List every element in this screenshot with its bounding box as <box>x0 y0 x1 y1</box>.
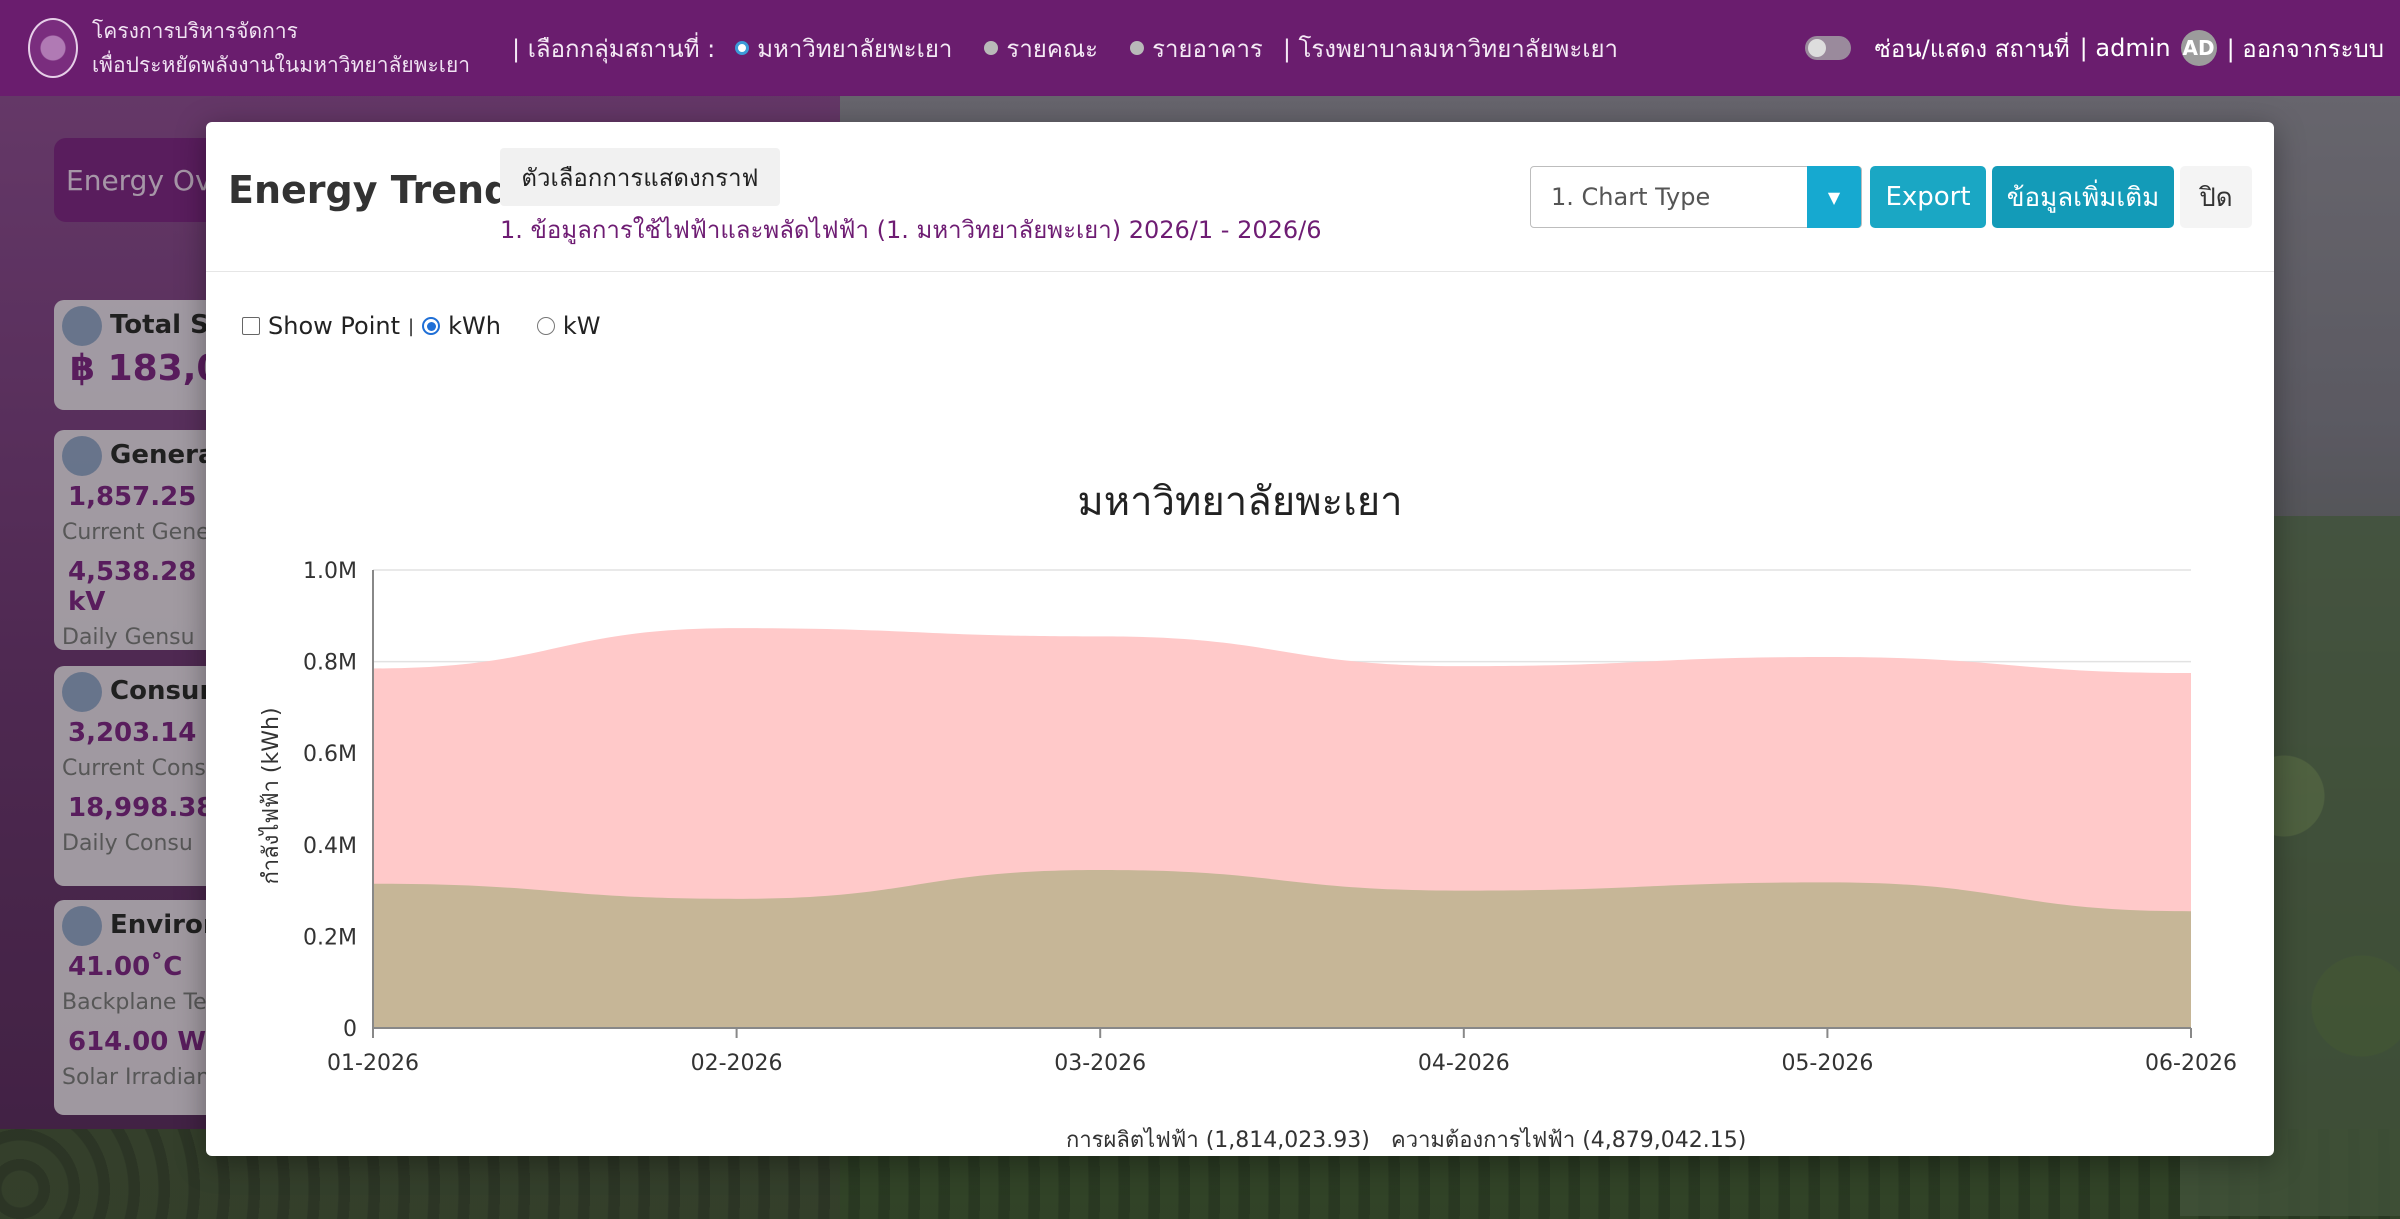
location-option-university[interactable]: มหาวิทยาลัยพะเยา <box>735 29 952 68</box>
x-tick-label: 04-2026 <box>1418 1051 1510 1076</box>
y-tick-label: 1.0M <box>303 559 357 584</box>
brand-line-1: โครงการบริหารจัดการ <box>92 19 298 43</box>
close-button[interactable]: ปิด <box>2180 166 2252 228</box>
avatar[interactable]: AD <box>2180 30 2217 66</box>
graph-options-tab[interactable]: ตัวเลือกการแสดงกราฟ <box>500 148 780 206</box>
radio-selected-icon <box>735 41 750 55</box>
location-option-hospital[interactable]: | โรงพยาบาลมหาวิทยาลัยพะเยา <box>1283 29 1618 68</box>
location-option-faculty[interactable]: รายคณะ <box>984 29 1098 68</box>
x-tick-label: 06-2026 <box>2145 1051 2237 1076</box>
radio-icon <box>984 41 999 55</box>
y-tick-label: 0.6M <box>303 742 357 767</box>
toggle-locations-switch[interactable] <box>1804 36 1851 60</box>
chart-svg: มหาวิทยาลัยพะเยา กำลังไฟฟ้า (kWh) 0 0.2M 0… <box>258 479 2237 1185</box>
modal-subtitle: 1. ข้อมูลการใช้ไฟฟ้าและพลัดไฟฟ้า (1. มหา… <box>500 216 1322 244</box>
x-tick-label: 03-2026 <box>1054 1051 1146 1076</box>
legend-label: การผลิตไฟฟ้า (1,814,023.93) <box>1066 1127 1370 1152</box>
chart-type-select[interactable]: 1. Chart Type ▼ <box>1530 166 1862 228</box>
y-tick-label: 0.4M <box>303 834 357 859</box>
more-info-button[interactable]: ข้อมูลเพิ่มเติม <box>1992 166 2174 228</box>
chevron-down-icon[interactable]: ▼ <box>1807 166 1861 228</box>
brand-text: โครงการบริหารจัดการ เพื่อประหยัดพลังงานใ… <box>92 14 492 82</box>
x-tick-label: 01-2026 <box>327 1051 419 1076</box>
y-tick-label: 0.2M <box>303 925 357 950</box>
chart-type-value: 1. Chart Type <box>1551 183 1711 211</box>
brand-line-2: เพื่อประหยัดพลังงานในมหาวิทยาลัยพะเยา <box>92 53 471 77</box>
radio-icon <box>1130 41 1145 55</box>
username: | admin <box>2079 34 2171 62</box>
chart-title: มหาวิทยาลัยพะเยา <box>1077 479 1402 525</box>
location-option-building[interactable]: รายอาคาร <box>1130 29 1263 68</box>
y-axis-label: กำลังไฟฟ้า (kWh) <box>258 707 284 884</box>
export-button[interactable]: Export <box>1870 166 1986 228</box>
y-tick-label: 0 <box>343 1017 357 1042</box>
top-navbar: โครงการบริหารจัดการ เพื่อประหยัดพลังงานใ… <box>0 0 2400 96</box>
y-tick-label: 0.8M <box>303 651 357 676</box>
location-group-label: | เลือกกลุ่มสถานที่ : <box>512 34 716 63</box>
modal-title: Energy Trend <box>228 168 512 212</box>
legend-label: ความต้องการไฟฟ้า (4,879,042.15) <box>1391 1127 1746 1152</box>
x-tick-label: 05-2026 <box>1781 1051 1873 1076</box>
toggle-locations-label: ซ่อน/แสดง สถานที่ <box>1874 34 2070 63</box>
x-tick-label: 02-2026 <box>691 1051 783 1076</box>
logout-link[interactable]: | ออกจากระบบ <box>2227 29 2384 68</box>
energy-trend-chart: มหาวิทยาลัยพะเยา กำลังไฟฟ้า (kWh) 0 0.2M 0… <box>206 332 2274 1185</box>
energy-trend-modal: Energy Trend ตัวเลือกการแสดงกราฟ 1. ข้อม… <box>206 122 2274 1185</box>
modal-header: Energy Trend ตัวเลือกการแสดงกราฟ 1. ข้อม… <box>206 122 2274 272</box>
university-logo <box>28 18 78 78</box>
